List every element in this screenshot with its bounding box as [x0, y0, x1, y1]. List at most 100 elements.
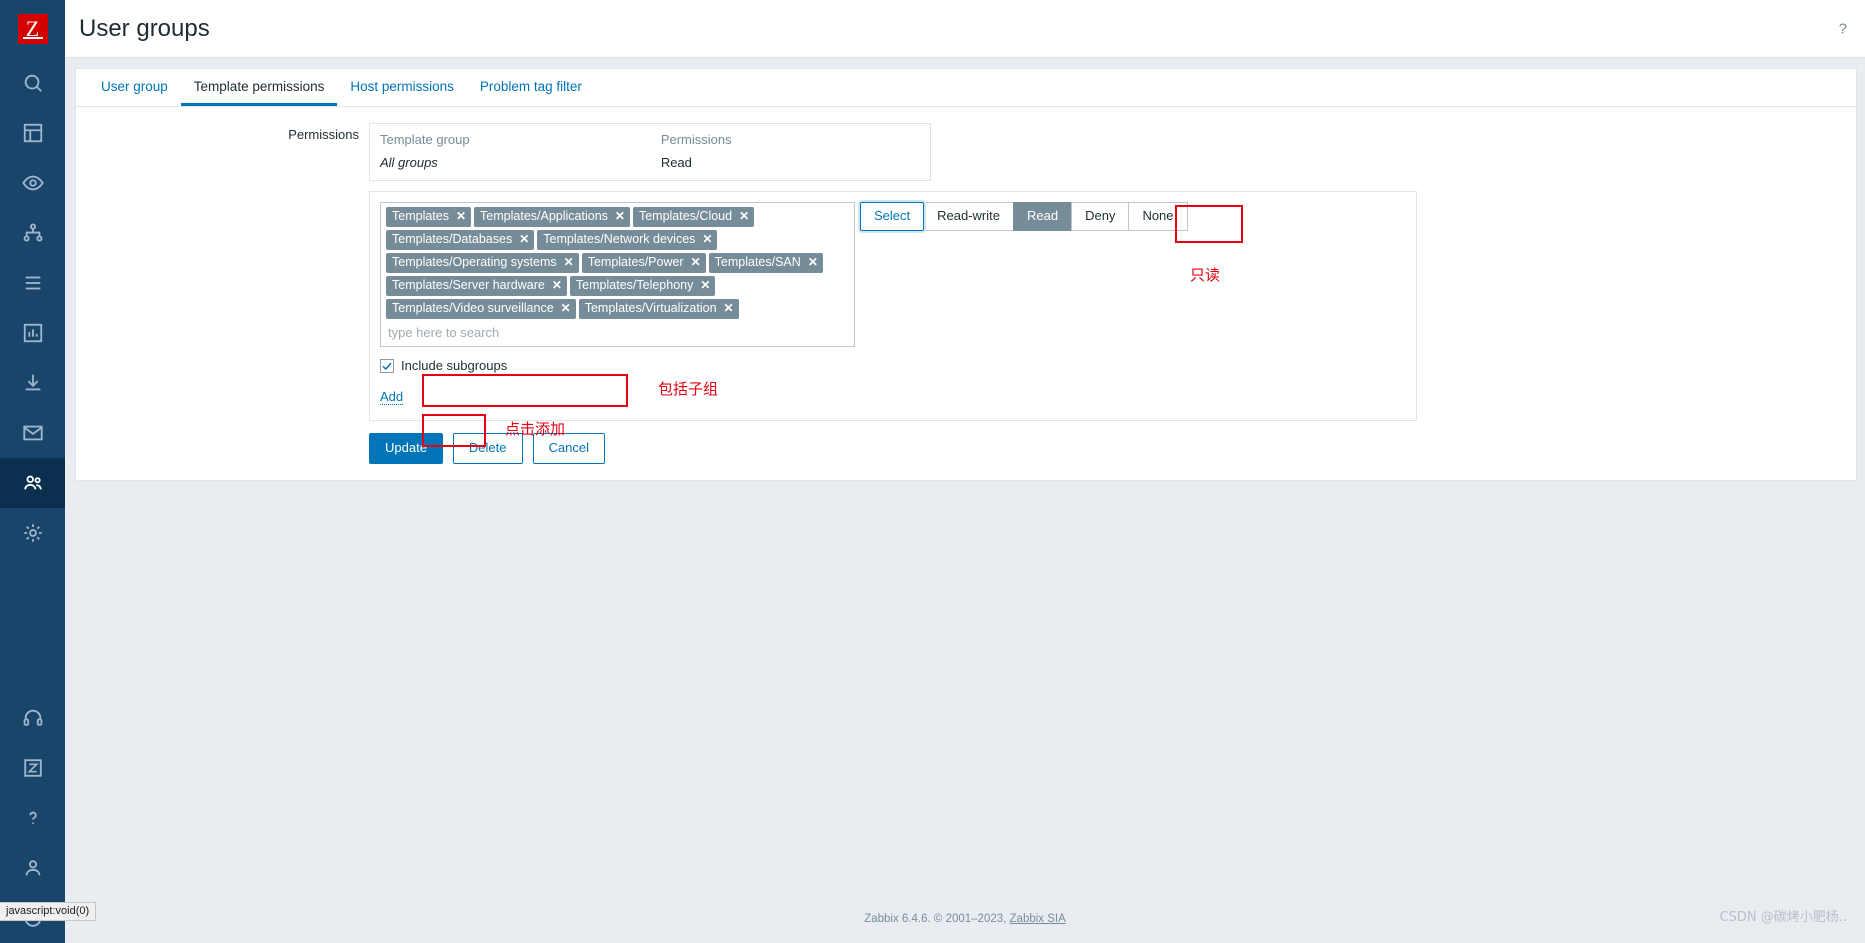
multiselect-and-buttons: Templates ✕ Templates/Applications ✕ Templ… [380, 202, 1406, 347]
form-action-buttons: Update Delete Cancel [369, 421, 1417, 480]
include-subgroups-label[interactable]: Include subgroups [401, 358, 507, 373]
chip-templates-power[interactable]: Templates/Power ✕ [581, 253, 706, 273]
sidebar-item-dashboards[interactable] [0, 108, 65, 158]
eye-icon [21, 172, 44, 194]
chip-templates[interactable]: Templates ✕ [386, 207, 472, 227]
chip-remove-icon[interactable]: ✕ [739, 209, 749, 224]
chip-templates-server-hardware[interactable]: Templates/Server hardware ✕ [386, 276, 567, 296]
chip-label: Templates/Server hardware [392, 278, 545, 292]
app-root: Z User groups ? User group Template perm… [0, 0, 1865, 943]
chip-label: Templates/Applications [480, 209, 608, 223]
sidebar-item-data-collection[interactable] [0, 358, 65, 408]
chip-remove-icon[interactable]: ✕ [456, 209, 466, 224]
permissions-table: Template group Permissions All groups Re… [380, 132, 920, 172]
multiselect-search-input[interactable] [386, 322, 840, 344]
download-icon [22, 372, 44, 394]
chip-templates-operating-systems[interactable]: Templates/Operating systems ✕ [386, 253, 579, 273]
update-button[interactable]: Update [369, 433, 443, 464]
permissions-label: Permissions [288, 127, 359, 142]
sidebar-item-user-settings[interactable] [0, 843, 65, 893]
chip-remove-icon[interactable]: ✕ [702, 232, 712, 247]
chip-label: Templates/Power [587, 255, 684, 269]
tab-problem-tag-filter[interactable]: Problem tag filter [467, 69, 595, 106]
chip-templates-telephony[interactable]: Templates/Telephony ✕ [569, 276, 716, 296]
chip-label: Templates/SAN [714, 255, 801, 269]
chip-label: Templates/Network devices [543, 232, 696, 246]
chip-remove-icon[interactable]: ✕ [724, 301, 734, 316]
permission-none-button[interactable]: None [1128, 202, 1188, 231]
chart-icon [22, 322, 44, 344]
sidebar-item-search[interactable] [0, 58, 65, 108]
chip-remove-icon[interactable]: ✕ [691, 255, 701, 270]
chip-remove-icon[interactable]: ✕ [615, 209, 625, 224]
chip-list: Templates ✕ Templates/Applications ✕ Templ… [386, 207, 849, 322]
sidebar-item-users[interactable] [0, 458, 65, 508]
chip-remove-icon[interactable]: ✕ [519, 232, 529, 247]
sidebar-item-support[interactable] [0, 693, 65, 743]
chip-remove-icon[interactable]: ✕ [564, 255, 574, 270]
sidebar-item-administration[interactable] [0, 508, 65, 558]
select-button[interactable]: Select [860, 202, 925, 231]
chip-label: Templates/Cloud [638, 209, 733, 223]
tab-template-permissions[interactable]: Template permissions [180, 69, 338, 106]
watermark: CSDN @碳烤小肥杨.. [1719, 910, 1847, 925]
template-group-multiselect[interactable]: Templates ✕ Templates/Applications ✕ Templ… [380, 202, 855, 347]
person-icon [22, 857, 44, 879]
page-footer: Zabbix 6.4.6. © 2001–2023, Zabbix SIA [65, 913, 1865, 925]
permissions-container: Template group Permissions All groups Re… [369, 123, 1417, 480]
sidebar-item-services[interactable] [0, 208, 65, 258]
chip-remove-icon[interactable]: ✕ [552, 278, 562, 293]
footer-company-link[interactable]: Zabbix SIA [1010, 913, 1066, 925]
add-button[interactable]: Add [380, 389, 404, 405]
permission-read-button[interactable]: Read [1013, 202, 1073, 231]
form-tabs: User group Template permissions Host per… [76, 69, 1856, 107]
cancel-button[interactable]: Cancel [532, 433, 605, 464]
zabbix-logo[interactable]: Z [0, 0, 65, 58]
sidebar-item-reports[interactable] [0, 308, 65, 358]
checkmark-icon [382, 362, 392, 370]
chip-remove-icon[interactable]: ✕ [700, 278, 710, 293]
chip-label: Templates/Video surveillance [392, 301, 554, 315]
footer-copyright: Zabbix 6.4.6. © 2001–2023, [864, 913, 1010, 925]
logo-letter: Z [17, 14, 48, 44]
add-row: Add [380, 388, 1406, 406]
sidebar-item-alerts[interactable] [0, 408, 65, 458]
chip-templates-virtualization[interactable]: Templates/Virtualization ✕ [578, 299, 739, 319]
sidebar-item-integrations[interactable] [0, 743, 65, 793]
chip-templates-video-surveillance[interactable]: Templates/Video surveillance ✕ [386, 299, 576, 319]
tab-host-permissions[interactable]: Host permissions [337, 69, 467, 106]
chip-label: Templates/Telephony [575, 278, 694, 292]
main-area: User groups ? User group Template permis… [65, 0, 1865, 943]
chip-templates-network-devices[interactable]: Templates/Network devices ✕ [537, 230, 718, 250]
permission-read-write-button[interactable]: Read-write [923, 202, 1014, 231]
permission-level-buttons: Select Read-write Read Deny None [860, 202, 1188, 231]
user-group-form-card: User group Template permissions Host per… [75, 68, 1857, 481]
sidebar: Z [0, 0, 65, 943]
help-icon[interactable]: ? [1839, 20, 1847, 37]
table-header-row: Template group Permissions [380, 132, 920, 152]
tab-user-group[interactable]: User group [88, 69, 181, 106]
chip-templates-cloud[interactable]: Templates/Cloud ✕ [632, 207, 755, 227]
permission-editor: Templates ✕ Templates/Applications ✕ Templ… [370, 192, 1416, 420]
zabbix-square-icon [22, 757, 44, 779]
gear-icon [22, 522, 44, 544]
chip-templates-applications[interactable]: Templates/Applications ✕ [474, 207, 630, 227]
chip-templates-san[interactable]: Templates/SAN ✕ [708, 253, 823, 273]
services-icon [22, 222, 44, 244]
include-subgroups-checkbox[interactable] [380, 358, 394, 373]
permission-deny-button[interactable]: Deny [1071, 202, 1130, 231]
permission-editor-box: Templates ✕ Templates/Applications ✕ Templ… [369, 191, 1417, 421]
delete-button[interactable]: Delete [452, 433, 523, 464]
include-subgroups-row: Include subgroups [380, 358, 1406, 373]
chip-remove-icon[interactable]: ✕ [561, 301, 571, 316]
chip-label: Templates/Databases [392, 232, 513, 246]
sidebar-item-help[interactable] [0, 793, 65, 843]
sidebar-item-inventory[interactable] [0, 258, 65, 308]
sidebar-item-monitoring[interactable] [0, 158, 65, 208]
chip-label: Templates [392, 209, 449, 223]
dashboards-icon [22, 122, 44, 144]
chip-templates-databases[interactable]: Templates/Databases ✕ [386, 230, 535, 250]
browser-status-bar: javascript:void(0) [0, 902, 97, 921]
chip-remove-icon[interactable]: ✕ [808, 255, 818, 270]
chip-label: Templates/Operating systems [392, 255, 557, 269]
